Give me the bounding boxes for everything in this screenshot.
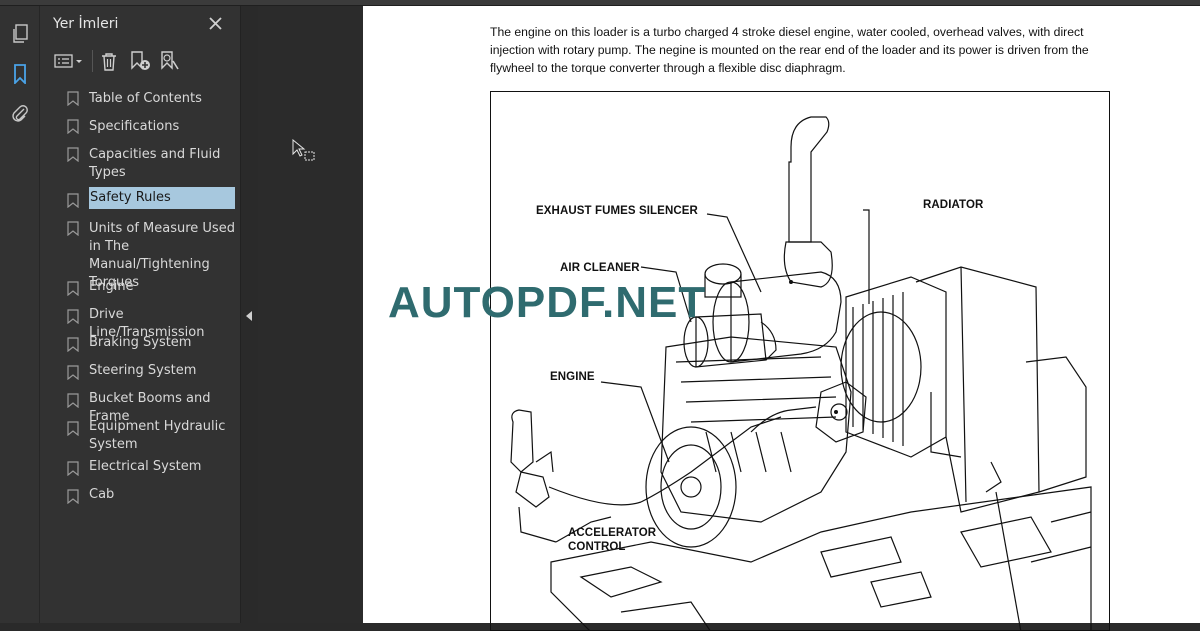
label-engine: ENGINE — [550, 371, 595, 383]
label-accelerator: ACCELERATOR — [568, 527, 657, 539]
bookmark-item-icon — [67, 147, 79, 162]
add-bookmark-icon[interactable] — [128, 50, 152, 72]
toolbar-divider — [92, 50, 93, 72]
watermark: AUTOPDF.NET — [388, 278, 707, 327]
bookmark-label: Steering System — [89, 363, 197, 378]
find-bookmark-icon[interactable] — [158, 50, 182, 72]
bookmark-label: Electrical System — [89, 459, 202, 474]
label-exhaust-silencer: EXHAUST FUMES SILENCER — [536, 205, 698, 217]
label-radiator: RADIATOR — [923, 199, 984, 211]
bookmark-label: Specifications — [89, 119, 180, 134]
bookmark-label: Equipment Hydraulic System — [89, 419, 226, 452]
attachment-icon[interactable] — [6, 100, 34, 128]
bookmark-label: Table of Contents — [89, 91, 202, 106]
bookmark-item-icon — [67, 119, 79, 134]
bookmark-item-icon — [67, 281, 79, 296]
bookmark-label: Capacities and Fluid Types — [89, 147, 221, 180]
label-accelerator-control: CONTROL — [568, 541, 626, 553]
body-paragraph: The engine on this loader is a turbo cha… — [490, 25, 1089, 75]
cursor-icon — [292, 138, 318, 170]
bookmark-item-icon — [67, 193, 79, 208]
bookmark-item-icon — [67, 461, 79, 476]
bookmark-label: Braking System — [89, 335, 192, 350]
bookmark-item-icon — [67, 365, 79, 380]
bookmark-label: Cab — [89, 487, 115, 502]
bookmark-label: Safety Rules — [89, 187, 235, 209]
bookmark-item-icon — [67, 309, 79, 324]
bookmark-item-icon — [67, 221, 79, 236]
bookmark-label: Engine — [89, 279, 134, 294]
pages-icon[interactable] — [6, 20, 34, 48]
bookmark-item-icon — [67, 489, 79, 504]
label-air-cleaner: AIR CLEANER — [560, 262, 640, 274]
bookmark-icon[interactable] — [6, 60, 34, 88]
delete-icon[interactable] — [98, 50, 120, 72]
options-icon[interactable] — [52, 50, 86, 72]
bookmark-item-icon — [67, 421, 79, 436]
bookmark-item-icon — [67, 393, 79, 408]
collapse-arrow-icon[interactable] — [245, 309, 253, 321]
panel-title: Yer İmleri — [53, 16, 119, 32]
bookmark-item-icon — [67, 91, 79, 106]
bookmark-item-icon — [67, 337, 79, 352]
bookmarks-panel: Yer İmleri Table of Contents Specificati… — [40, 6, 241, 623]
close-icon[interactable] — [206, 14, 224, 32]
navigation-rail — [0, 6, 40, 623]
